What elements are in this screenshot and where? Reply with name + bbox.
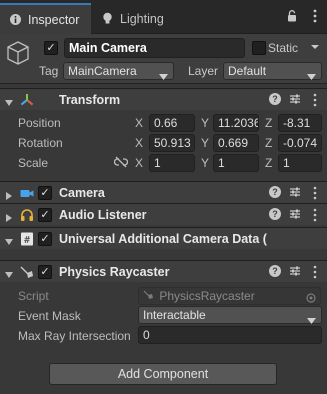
urp-camera-data-component-header[interactable]: # ✓ Universal Additional Camera Data ( bbox=[0, 227, 327, 249]
physics-raycaster-icon bbox=[20, 265, 34, 279]
rotation-y-axis[interactable]: Y bbox=[201, 136, 209, 150]
help-icon[interactable]: ? bbox=[269, 265, 281, 277]
transform-title: Transform bbox=[59, 93, 121, 107]
presets-icon[interactable] bbox=[289, 93, 301, 108]
presets-icon[interactable] bbox=[289, 208, 301, 223]
event-mask-label: Event Mask bbox=[18, 309, 81, 323]
urp-camera-data-title: Universal Additional Camera Data ( bbox=[59, 232, 267, 246]
scale-y-axis[interactable]: Y bbox=[201, 156, 209, 170]
audio-listener-title: Audio Listener bbox=[59, 208, 147, 222]
foldout-expanded-icon[interactable] bbox=[5, 268, 13, 282]
position-y-field[interactable]: 11.2036 bbox=[213, 114, 259, 132]
tab-inspector[interactable]: Inspector bbox=[0, 3, 91, 34]
kebab-menu-icon[interactable] bbox=[313, 9, 317, 26]
scale-z-field[interactable]: 1 bbox=[278, 154, 322, 172]
script-label: Script bbox=[18, 289, 49, 303]
transform-component-header[interactable]: Transform ? bbox=[0, 88, 327, 110]
scale-y-field[interactable]: 1 bbox=[213, 154, 259, 172]
gameobject-cube-icon bbox=[6, 40, 30, 69]
rotation-label: Rotation bbox=[18, 136, 63, 150]
script-asset-icon bbox=[143, 289, 154, 305]
presets-icon[interactable] bbox=[289, 265, 301, 280]
static-label: Static bbox=[268, 41, 299, 55]
event-mask-dropdown[interactable]: Interactable bbox=[138, 306, 322, 324]
scale-label: Scale bbox=[18, 156, 49, 170]
position-x-field[interactable]: 0.66 bbox=[149, 114, 195, 132]
rotation-z-axis[interactable]: Z bbox=[265, 136, 272, 150]
script-field-value: PhysicsRaycaster bbox=[159, 289, 255, 303]
info-icon bbox=[8, 13, 22, 27]
link-scale-icon[interactable] bbox=[113, 156, 129, 171]
tab-inspector-label: Inspector bbox=[28, 12, 80, 27]
camera-icon bbox=[20, 186, 34, 200]
rotation-x-field[interactable]: 50.913 bbox=[149, 134, 195, 152]
scale-z-axis[interactable]: Z bbox=[265, 156, 272, 170]
script-field: PhysicsRaycaster bbox=[138, 287, 321, 305]
rotation-x-axis[interactable]: X bbox=[135, 136, 143, 150]
tag-dropdown[interactable]: MainCamera bbox=[63, 62, 174, 80]
component-menu-icon[interactable] bbox=[313, 186, 317, 203]
rotation-y-field[interactable]: 0.669 bbox=[213, 134, 259, 152]
scale-x-field[interactable]: 1 bbox=[149, 154, 195, 172]
script-icon: # bbox=[20, 232, 34, 246]
camera-title: Camera bbox=[59, 186, 105, 200]
foldout-expanded-icon[interactable] bbox=[5, 96, 13, 110]
component-menu-icon[interactable] bbox=[313, 265, 317, 282]
layer-dropdown-value: Default bbox=[228, 64, 267, 78]
max-ray-intersection-field[interactable]: 0 bbox=[138, 326, 322, 344]
physics-raycaster-enabled-checkbox[interactable]: ✓ bbox=[38, 265, 52, 279]
component-menu-icon[interactable] bbox=[313, 93, 317, 110]
tag-label: Tag bbox=[39, 64, 59, 78]
lock-icon[interactable] bbox=[287, 10, 297, 25]
tag-dropdown-value: MainCamera bbox=[68, 64, 137, 78]
object-picker-icon[interactable] bbox=[306, 291, 316, 307]
gameobject-name-field[interactable]: Main Camera bbox=[64, 38, 245, 58]
max-ray-intersection-label: Max Ray Intersection bbox=[18, 329, 131, 343]
camera-enabled-checkbox[interactable]: ✓ bbox=[38, 186, 52, 200]
chevron-down-icon bbox=[159, 68, 168, 84]
audio-listener-component-header[interactable]: ✓ Audio Listener ? bbox=[0, 203, 327, 225]
position-x-axis[interactable]: X bbox=[135, 116, 143, 130]
static-dropdown-icon[interactable] bbox=[310, 38, 322, 56]
presets-icon[interactable] bbox=[289, 186, 301, 201]
position-z-field[interactable]: -8.31 bbox=[278, 114, 322, 132]
layer-label: Layer bbox=[188, 64, 219, 78]
active-checkbox[interactable]: ✓ bbox=[44, 41, 58, 55]
gameobject-header: ✓ Main Camera Static Tag MainCamera Laye… bbox=[0, 34, 327, 84]
static-checkbox[interactable] bbox=[252, 41, 266, 55]
position-y-axis[interactable]: Y bbox=[201, 116, 209, 130]
headphones-icon bbox=[20, 208, 34, 222]
position-z-axis[interactable]: Z bbox=[265, 116, 272, 130]
component-menu-icon[interactable] bbox=[313, 208, 317, 225]
camera-component-header[interactable]: ✓ Camera ? bbox=[0, 181, 327, 203]
foldout-collapsed-icon[interactable] bbox=[5, 189, 13, 203]
audio-listener-enabled-checkbox[interactable]: ✓ bbox=[38, 208, 52, 222]
rotation-z-field[interactable]: -0.074 bbox=[278, 134, 322, 152]
physics-raycaster-title: Physics Raycaster bbox=[59, 265, 170, 279]
transform-icon bbox=[20, 93, 34, 107]
tab-lighting-label: Lighting bbox=[120, 11, 164, 26]
add-component-button[interactable]: Add Component bbox=[49, 363, 277, 385]
physics-raycaster-component-header[interactable]: ✓ Physics Raycaster ? bbox=[0, 260, 327, 282]
foldout-collapsed-icon[interactable] bbox=[5, 211, 13, 225]
help-icon[interactable]: ? bbox=[269, 208, 281, 220]
chevron-down-icon bbox=[307, 68, 316, 84]
position-label: Position bbox=[18, 116, 61, 130]
help-icon[interactable]: ? bbox=[269, 93, 281, 105]
event-mask-value: Interactable bbox=[143, 308, 206, 322]
lightbulb-icon bbox=[100, 12, 114, 26]
foldout-expanded-icon[interactable] bbox=[5, 235, 13, 249]
scale-x-axis[interactable]: X bbox=[135, 156, 143, 170]
urp-camera-data-enabled-checkbox[interactable]: ✓ bbox=[38, 232, 52, 246]
tab-bar: Inspector Lighting bbox=[0, 0, 327, 34]
layer-dropdown[interactable]: Default bbox=[223, 62, 322, 80]
help-icon[interactable]: ? bbox=[269, 186, 281, 198]
tab-lighting[interactable]: Lighting bbox=[100, 3, 164, 34]
svg-text:#: # bbox=[24, 235, 30, 246]
